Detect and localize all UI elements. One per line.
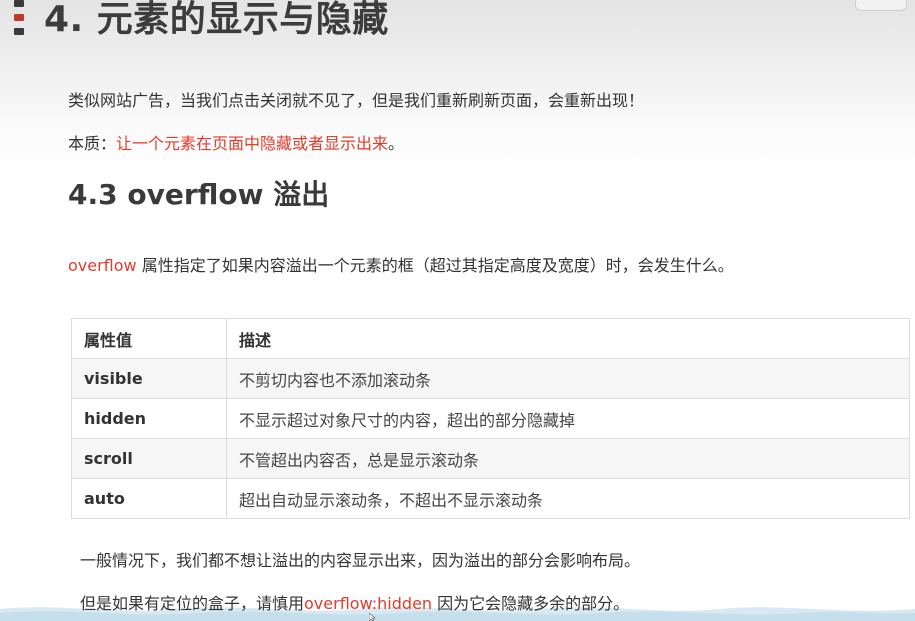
overflow-values-table: 属性值 描述 visible 不剪切内容也不添加滚动条 hidden 不显示超过… [71, 318, 910, 519]
row-desc: 超出自动显示滚动条，不超出不显示滚动条 [226, 478, 910, 519]
note-text-1: 一般情况下，我们都不想让溢出的内容显示出来，因为溢出的部分会影响布局。 [80, 551, 641, 570]
overflow-keyword: overflow [68, 256, 137, 275]
note-keyword-2: overflow:hidden [304, 594, 433, 613]
mouse-cursor-icon [369, 613, 376, 621]
row-desc: 不管超出内容否，总是显示滚动条 [226, 438, 910, 479]
table-row: scroll 不管超出内容否，总是显示滚动条 [71, 438, 910, 479]
header-value: 属性值 [71, 318, 227, 359]
essence-line: 本质：让一个元素在页面中隐藏或者显示出来。 [68, 133, 404, 155]
page-title: 4. 元素的显示与隐藏 [44, 0, 389, 40]
table-row: auto 超出自动显示滚动条，不超出不显示滚动条 [71, 478, 910, 519]
section-heading: 4.3 overflow 溢出 [68, 178, 330, 211]
intro-line: 类似网站广告，当我们点击关闭就不见了，但是我们重新刷新页面，会重新出现！ [68, 90, 644, 112]
essence-highlight: 让一个元素在页面中隐藏或者显示出来 [116, 134, 389, 153]
table-header-row: 属性值 描述 [71, 318, 910, 359]
note-suffix-2: 因为它会隐藏多余的部分。 [432, 594, 630, 613]
header-desc: 描述 [226, 318, 910, 359]
row-desc: 不剪切内容也不添加滚动条 [226, 358, 910, 399]
row-value: auto [71, 478, 227, 519]
marker-bar [14, 0, 24, 7]
row-value: visible [71, 358, 227, 399]
intro-text: 类似网站广告，当我们点击关闭就不见了，但是我们重新刷新页面，会重新出现！ [68, 91, 645, 110]
table-row: visible 不剪切内容也不添加滚动条 [71, 358, 910, 399]
note-prefix-2: 但是如果有定位的盒子，请慎用 [80, 594, 305, 613]
overflow-description: overflow 属性指定了如果内容溢出一个元素的框（超过其指定高度及宽度）时，… [68, 255, 734, 277]
overflow-description-text: 属性指定了如果内容溢出一个元素的框（超过其指定高度及宽度）时，会发生什么。 [136, 256, 734, 275]
note-line-2: 但是如果有定位的盒子，请慎用overflow:hidden 因为它会隐藏多余的部… [80, 593, 629, 615]
title-marker-icon [14, 0, 24, 40]
essence-suffix: 。 [388, 134, 405, 153]
essence-prefix: 本质： [68, 134, 117, 153]
row-desc: 不显示超过对象尺寸的内容，超出的部分隐藏掉 [226, 398, 910, 439]
window-corner-handle[interactable] [855, 0, 907, 11]
marker-bar [14, 28, 24, 35]
marker-bar-accent [14, 14, 24, 21]
row-value: scroll [71, 438, 227, 479]
row-value: hidden [71, 398, 227, 439]
note-line-1: 一般情况下，我们都不想让溢出的内容显示出来，因为溢出的部分会影响布局。 [80, 550, 640, 572]
slide: 4. 元素的显示与隐藏 类似网站广告，当我们点击关闭就不见了，但是我们重新刷新页… [0, 0, 915, 621]
table-row: hidden 不显示超过对象尺寸的内容，超出的部分隐藏掉 [71, 398, 910, 439]
